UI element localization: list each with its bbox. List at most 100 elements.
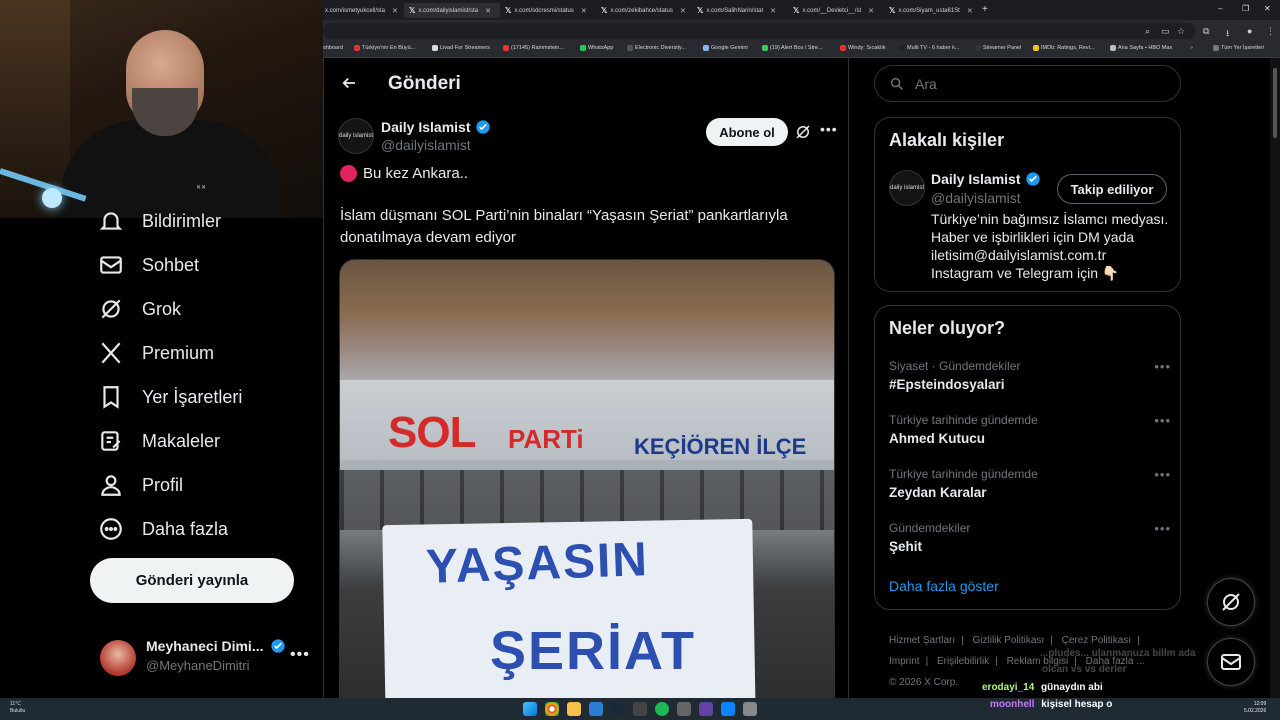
related-name[interactable]: Daily Islamist — [931, 171, 1041, 187]
system-clock[interactable]: 12:09 5.02.2026 — [1244, 701, 1266, 715]
star-icon[interactable]: ☆ — [1177, 26, 1185, 37]
messages-fab-button[interactable] — [1207, 638, 1255, 686]
extensions-icon[interactable]: ⧉ — [1203, 26, 1209, 37]
nav-articles[interactable]: Makaleler — [98, 426, 220, 456]
profile-icon[interactable]: ● — [1247, 26, 1252, 36]
nav-premium[interactable]: Premium — [98, 338, 214, 368]
bookmark-item[interactable]: Türkiye'nin En Büyü... — [354, 45, 415, 51]
obs-icon[interactable] — [633, 702, 647, 716]
back-arrow-icon[interactable] — [340, 74, 360, 94]
search-input[interactable]: Ara — [874, 65, 1181, 102]
bookmark-item[interactable]: WhatsApp — [580, 45, 613, 51]
nav-notifications[interactable]: Bildirimler — [98, 206, 221, 236]
bookmark-item[interactable]: Windy: Sıcaklık — [840, 45, 886, 51]
related-handle[interactable]: @dailyislamist — [931, 190, 1021, 206]
trend-item[interactable]: Gündemdekiler Şehit ••• — [889, 521, 1171, 554]
bookmark-item[interactable]: (19) Alert Box / Stre... — [762, 45, 823, 51]
bookmark-item[interactable]: Electronic Diversity... — [627, 45, 686, 51]
bookmark-item[interactable]: Google Gemini — [703, 45, 748, 51]
browser-tab-active[interactable]: 𝕏x.com/dailyislamist/sta ✕ — [404, 3, 500, 18]
file-explorer-icon[interactable] — [567, 702, 581, 716]
webcam-overlay: ✕✕ — [0, 0, 323, 218]
footer-link[interactable]: Gizlilik Politikası — [973, 635, 1045, 646]
bookmarks-overflow-icon[interactable]: » — [1190, 45, 1193, 51]
chat-message: erodayi_14 günaydın abi — [982, 682, 1103, 693]
app-icon[interactable] — [743, 702, 757, 716]
minimize-icon[interactable]: – — [1218, 4, 1222, 13]
subscribe-button[interactable]: Abone ol — [706, 118, 788, 146]
browser-tab[interactable]: 𝕏x.com/Siyam_usta61St ✕ — [884, 3, 980, 18]
bookmark-item[interactable]: Ana Sayfa • HBO Max — [1110, 45, 1172, 51]
trend-item[interactable]: Türkiye tarihinde gündemde Zeydan Karala… — [889, 467, 1171, 500]
nav-more[interactable]: Daha fazla — [98, 514, 228, 544]
bookmark-item[interactable]: Streamer Panel — [975, 45, 1021, 51]
more-icon[interactable]: ••• — [820, 121, 838, 137]
start-menu-icon[interactable] — [523, 702, 537, 716]
trend-item[interactable]: Siyaset · Gündemdekiler #Epsteindosyalar… — [889, 359, 1171, 392]
more-icon[interactable]: ••• — [1154, 359, 1171, 374]
browser-tab[interactable]: 𝕏x.com/zekibahce/status ✕ — [596, 3, 692, 18]
browser-tab[interactable]: 𝕏x.com/sdcresmi/status ✕ — [500, 3, 596, 18]
new-tab-icon[interactable]: + — [982, 4, 988, 15]
author-handle[interactable]: @dailyislamist — [381, 137, 471, 153]
more-icon[interactable]: ••• — [290, 646, 310, 664]
close-tab-icon[interactable]: ✕ — [581, 7, 587, 15]
address-field[interactable] — [323, 23, 1196, 39]
chat-user: erodayi_14 — [982, 682, 1035, 693]
avatar[interactable]: daily islamist — [338, 118, 374, 154]
avatar[interactable]: daily islamist — [889, 170, 925, 206]
app-icon[interactable] — [721, 702, 735, 716]
close-tab-icon[interactable]: ✕ — [967, 7, 973, 15]
menu-icon[interactable]: ⋮ — [1266, 26, 1275, 37]
zoom-icon[interactable]: ⌕ — [1145, 26, 1150, 37]
nav-chat[interactable]: Sohbet — [98, 250, 199, 280]
trend-item[interactable]: Türkiye tarihinde gündemde Ahmed Kutucu … — [889, 413, 1171, 446]
show-more-link[interactable]: Daha fazla göster — [889, 578, 999, 594]
footer-link[interactable]: Erişilebilirlik — [937, 656, 989, 667]
spotify-icon[interactable] — [655, 702, 669, 716]
author-name[interactable]: Daily Islamist — [381, 119, 491, 135]
twitch-icon[interactable] — [699, 702, 713, 716]
close-tab-icon[interactable]: ✕ — [392, 7, 398, 15]
bookmark-item[interactable]: IMDb: Ratings, Revi... — [1033, 45, 1095, 51]
bookmark-item[interactable]: shboard — [323, 45, 343, 51]
close-tab-icon[interactable]: ✕ — [868, 7, 874, 15]
all-bookmarks[interactable]: Tüm Yer İşaretleri — [1213, 45, 1264, 51]
footer-link[interactable]: Hizmet Şartları — [889, 635, 955, 646]
footer-link[interactable]: Imprint — [889, 656, 920, 667]
steam-icon[interactable] — [611, 702, 625, 716]
nav-bookmarks[interactable]: Yer İşaretleri — [98, 382, 242, 412]
browser-tab[interactable]: 𝕏x.com/__Devletci__/st ✕ — [788, 3, 884, 18]
cast-icon[interactable]: ▭ — [1161, 26, 1170, 37]
window-close-icon[interactable]: ✕ — [1264, 4, 1271, 13]
browser-tab[interactable]: 𝕏x.com/SalihNarin/stat ✕ — [692, 3, 788, 18]
app-icon[interactable] — [589, 702, 603, 716]
chrome-icon[interactable] — [545, 702, 559, 716]
following-button[interactable]: Takip ediliyor — [1057, 174, 1167, 204]
page-scrollbar[interactable] — [1270, 58, 1280, 698]
maximize-icon[interactable]: ❐ — [1242, 4, 1249, 13]
nav-grok[interactable]: Grok — [98, 294, 181, 324]
bookmark-item[interactable]: (17145) Rammstein... — [503, 45, 564, 51]
close-tab-icon[interactable]: ✕ — [680, 7, 686, 15]
tweet-photo[interactable]: SOL PARTi KEÇİÖREN İLÇE YAŞASIN ŞERİAT — [339, 259, 835, 698]
grok-icon[interactable] — [794, 123, 812, 141]
more-icon[interactable]: ••• — [1154, 413, 1171, 428]
bookmark-item[interactable]: Multi TV - 6 haber k... — [899, 45, 959, 51]
footer-link[interactable]: Çerez Politikası — [1062, 635, 1131, 646]
more-icon[interactable]: ••• — [1154, 521, 1171, 536]
x-favicon-icon: 𝕏 — [793, 6, 800, 15]
grok-fab-button[interactable] — [1207, 578, 1255, 626]
browser-tab[interactable]: x.com/ismetyukcell/sta ✕ — [320, 3, 406, 18]
scrollbar-thumb[interactable] — [1273, 68, 1277, 138]
download-icon[interactable]: ⭳ — [1226, 26, 1229, 42]
close-tab-icon[interactable]: ✕ — [770, 7, 776, 15]
bookmark-item[interactable]: Livad For Streamers — [432, 45, 490, 51]
weather-widget[interactable]: 11°C Bulutlu — [10, 701, 25, 715]
close-tab-icon[interactable]: ✕ — [485, 7, 491, 15]
app-icon[interactable] — [677, 702, 691, 716]
account-switcher[interactable]: Meyhaneci Dimi... @MeyhaneDimitri ••• — [100, 636, 320, 680]
more-icon[interactable]: ••• — [1154, 467, 1171, 482]
post-button[interactable]: Gönderi yayınla — [90, 558, 294, 603]
nav-profile[interactable]: Profil — [98, 470, 183, 500]
